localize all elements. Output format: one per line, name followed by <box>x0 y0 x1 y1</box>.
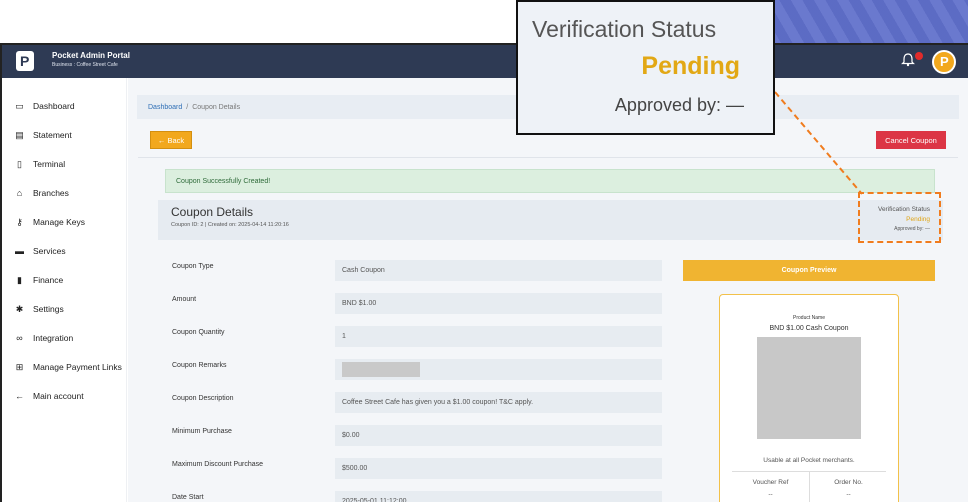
success-alert: Coupon Successfully Created! <box>165 169 935 193</box>
sidebar-item-label: Main account <box>33 391 84 401</box>
screenshot-stage: P Pocket Admin Portal Business : Coffee … <box>0 0 968 502</box>
briefcase-icon: ▬ <box>15 246 24 256</box>
field-value-minimum-purchase: $0.00 <box>335 425 662 446</box>
usable-text: Usable at all Pocket merchants. <box>763 457 855 464</box>
monitor-icon: ▭ <box>15 100 24 111</box>
coupon-preview-button[interactable]: Coupon Preview <box>683 260 935 281</box>
field-label-coupon-description: Coupon Description <box>172 395 234 402</box>
sidebar-item-manage-payment-links[interactable]: ⊞ Manage Payment Links <box>14 358 122 376</box>
voucher-ref-value: -- <box>768 491 773 498</box>
gear-icon: ✱ <box>15 303 24 314</box>
order-no-label: Order No. <box>834 479 863 486</box>
app-title: Pocket Admin Portal <box>52 51 130 60</box>
field-label-coupon-type: Coupon Type <box>172 263 214 270</box>
sidebar-item-label: Terminal <box>33 159 66 169</box>
field-value-coupon-description: Coffee Street Cafe has given you a $1.00… <box>335 392 662 413</box>
sidebar-item-settings[interactable]: ✱ Settings <box>14 300 64 318</box>
breadcrumb-home-link[interactable]: Dashboard <box>148 104 182 111</box>
cancel-coupon-button[interactable]: Cancel Coupon <box>876 131 946 149</box>
arrow-left-icon: ← <box>15 391 24 401</box>
logo-letter: P <box>20 53 30 69</box>
zoom-callout: Verification Status Pending Approved by:… <box>516 0 775 135</box>
sidebar-item-label: Dashboard <box>33 101 75 111</box>
breadcrumb-current: Coupon Details <box>192 103 241 111</box>
link-icon: ∞ <box>16 333 23 343</box>
sidebar-item-statement[interactable]: ▤ Statement <box>14 126 72 144</box>
sidebar-item-label: Services <box>33 246 66 256</box>
voucher-ref-label: Voucher Ref <box>752 479 789 486</box>
main-content: Dashboard / Coupon Details ← Back Cancel… <box>128 78 968 502</box>
notification-dot <box>915 52 923 60</box>
field-label-minimum-purchase: Minimum Purchase <box>172 428 232 435</box>
decorative-pattern <box>770 0 968 44</box>
product-name-label: Product Name <box>793 315 825 321</box>
sidebar-item-branches[interactable]: ⌂ Branches <box>14 184 69 202</box>
sidebar-item-finance[interactable]: ▮ Finance <box>14 271 63 289</box>
coupon-image-placeholder <box>757 337 861 439</box>
sidebar-item-dashboard[interactable]: ▭ Dashboard <box>14 97 75 115</box>
business-name: Business : Coffee Street Cafe <box>52 62 118 68</box>
sidebar-item-label: Manage Payment Links <box>33 362 122 372</box>
field-value-coupon-remarks <box>335 359 662 380</box>
field-value-amount: BND $1.00 <box>335 293 662 314</box>
top-bar: P Pocket Admin Portal Business : Coffee … <box>2 45 968 78</box>
key-icon: ⚷ <box>16 216 23 227</box>
product-name: BND $1.00 Cash Coupon <box>769 325 849 332</box>
callout-approved-by: Approved by: — <box>614 95 744 115</box>
details-header: Coupon Details Coupon ID: 2 | Created on… <box>158 200 943 240</box>
avatar[interactable]: P <box>932 50 956 74</box>
callout-verification-label: Verification Status <box>532 16 717 42</box>
callout-verification-value: Pending <box>641 52 740 80</box>
avatar-letter: P <box>940 54 949 69</box>
sidebar-item-label: Finance <box>33 275 64 285</box>
sidebar-item-label: Manage Keys <box>33 217 85 227</box>
breadcrumb-separator: / <box>186 103 189 111</box>
phone-icon: ▯ <box>17 158 22 169</box>
coupon-preview-card: Product Name BND $1.00 Cash Coupon Usabl… <box>719 294 899 502</box>
receipt-icon: ▤ <box>15 129 24 140</box>
field-label-maximum-discount: Maximum Discount Purchase <box>172 461 264 468</box>
redacted-block <box>342 362 420 377</box>
field-value-date-start: 2025-05-01 11:12:00 <box>335 491 662 502</box>
logo-icon: P <box>16 51 34 71</box>
field-label-date-start: Date Start <box>172 494 204 501</box>
sitemap-icon: ⊞ <box>15 361 24 372</box>
app-window: P Pocket Admin Portal Business : Coffee … <box>0 43 968 502</box>
sidebar-item-services[interactable]: ▬ Services <box>14 242 66 260</box>
back-button[interactable]: ← Back <box>150 131 192 149</box>
highlight-box <box>858 192 941 243</box>
sidebar-item-manage-keys[interactable]: ⚷ Manage Keys <box>14 213 85 231</box>
store-icon: ⌂ <box>16 188 23 198</box>
coupon-meta: Coupon ID: 2 | Created on: 2025-04-14 11… <box>171 222 289 228</box>
field-label-coupon-remarks: Coupon Remarks <box>172 362 227 369</box>
sidebar: ▭ Dashboard ▤ Statement ▯ Terminal ⌂ Branche… <box>2 78 127 502</box>
sidebar-item-integration[interactable]: ∞ Integration <box>14 329 73 347</box>
document-icon: ▮ <box>17 274 22 285</box>
sidebar-item-label: Statement <box>33 130 72 140</box>
sidebar-item-main-account[interactable]: ← Main account <box>14 387 84 405</box>
order-no-value: -- <box>846 491 851 498</box>
field-value-coupon-type: Cash Coupon <box>335 260 662 281</box>
field-label-amount: Amount <box>172 296 197 303</box>
divider <box>138 157 958 158</box>
field-label-coupon-quantity: Coupon Quantity <box>172 329 225 336</box>
sidebar-item-terminal[interactable]: ▯ Terminal <box>14 155 65 173</box>
field-value-maximum-discount: $500.00 <box>335 458 662 479</box>
sidebar-item-label: Settings <box>33 304 64 314</box>
page-title: Coupon Details <box>171 205 254 219</box>
field-value-coupon-quantity: 1 <box>335 326 662 347</box>
sidebar-item-label: Branches <box>33 188 69 198</box>
sidebar-item-label: Integration <box>33 333 74 343</box>
